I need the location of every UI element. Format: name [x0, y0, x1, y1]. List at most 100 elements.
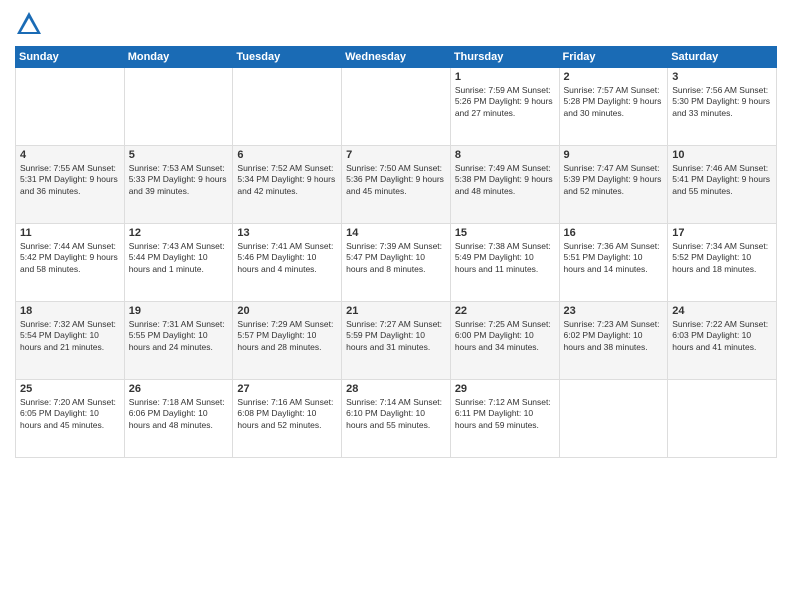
calendar-cell: 28 Sunrise: 7:14 AM Sunset: 6:10 PM Dayli… — [342, 380, 451, 458]
calendar-cell — [559, 380, 668, 458]
day-info: Sunrise: 7:39 AM Sunset: 5:47 PM Dayligh… — [346, 241, 446, 275]
day-number: 4 — [20, 149, 120, 161]
calendar-cell — [668, 380, 777, 458]
day-info: Sunrise: 7:18 AM Sunset: 6:06 PM Dayligh… — [129, 397, 229, 431]
day-info: Sunrise: 7:53 AM Sunset: 5:33 PM Dayligh… — [129, 163, 229, 197]
calendar-cell: 2 Sunrise: 7:57 AM Sunset: 5:28 PM Daylig… — [559, 68, 668, 146]
day-info: Sunrise: 7:34 AM Sunset: 5:52 PM Dayligh… — [672, 241, 772, 275]
day-info: Sunrise: 7:49 AM Sunset: 5:38 PM Dayligh… — [455, 163, 555, 197]
page: SundayMondayTuesdayWednesdayThursdayFrid… — [0, 0, 792, 612]
day-info: Sunrise: 7:29 AM Sunset: 5:57 PM Dayligh… — [237, 319, 337, 353]
calendar-header-row: SundayMondayTuesdayWednesdayThursdayFrid… — [16, 47, 777, 68]
day-number: 21 — [346, 305, 446, 317]
day-number: 14 — [346, 227, 446, 239]
day-number: 13 — [237, 227, 337, 239]
header — [15, 10, 777, 38]
calendar-cell: 17 Sunrise: 7:34 AM Sunset: 5:52 PM Dayli… — [668, 224, 777, 302]
day-info: Sunrise: 7:50 AM Sunset: 5:36 PM Dayligh… — [346, 163, 446, 197]
calendar-cell: 11 Sunrise: 7:44 AM Sunset: 5:42 PM Dayli… — [16, 224, 125, 302]
calendar-cell: 25 Sunrise: 7:20 AM Sunset: 6:05 PM Dayli… — [16, 380, 125, 458]
day-number: 2 — [564, 71, 664, 83]
calendar-day-header: Wednesday — [342, 47, 451, 68]
day-info: Sunrise: 7:23 AM Sunset: 6:02 PM Dayligh… — [564, 319, 664, 353]
calendar-cell: 29 Sunrise: 7:12 AM Sunset: 6:11 PM Dayli… — [450, 380, 559, 458]
calendar-cell: 26 Sunrise: 7:18 AM Sunset: 6:06 PM Dayli… — [124, 380, 233, 458]
day-info: Sunrise: 7:44 AM Sunset: 5:42 PM Dayligh… — [20, 241, 120, 275]
day-info: Sunrise: 7:20 AM Sunset: 6:05 PM Dayligh… — [20, 397, 120, 431]
day-number: 10 — [672, 149, 772, 161]
calendar-cell — [124, 68, 233, 146]
day-number: 5 — [129, 149, 229, 161]
day-number: 16 — [564, 227, 664, 239]
day-number: 8 — [455, 149, 555, 161]
day-info: Sunrise: 7:16 AM Sunset: 6:08 PM Dayligh… — [237, 397, 337, 431]
day-number: 9 — [564, 149, 664, 161]
day-info: Sunrise: 7:56 AM Sunset: 5:30 PM Dayligh… — [672, 85, 772, 119]
calendar-cell: 4 Sunrise: 7:55 AM Sunset: 5:31 PM Daylig… — [16, 146, 125, 224]
day-info: Sunrise: 7:36 AM Sunset: 5:51 PM Dayligh… — [564, 241, 664, 275]
calendar-cell: 6 Sunrise: 7:52 AM Sunset: 5:34 PM Daylig… — [233, 146, 342, 224]
calendar-day-header: Friday — [559, 47, 668, 68]
calendar-cell — [342, 68, 451, 146]
calendar-cell: 27 Sunrise: 7:16 AM Sunset: 6:08 PM Dayli… — [233, 380, 342, 458]
day-info: Sunrise: 7:52 AM Sunset: 5:34 PM Dayligh… — [237, 163, 337, 197]
day-info: Sunrise: 7:46 AM Sunset: 5:41 PM Dayligh… — [672, 163, 772, 197]
day-info: Sunrise: 7:38 AM Sunset: 5:49 PM Dayligh… — [455, 241, 555, 275]
day-number: 22 — [455, 305, 555, 317]
calendar-day-header: Sunday — [16, 47, 125, 68]
day-info: Sunrise: 7:41 AM Sunset: 5:46 PM Dayligh… — [237, 241, 337, 275]
day-info: Sunrise: 7:59 AM Sunset: 5:26 PM Dayligh… — [455, 85, 555, 119]
day-number: 1 — [455, 71, 555, 83]
day-info: Sunrise: 7:57 AM Sunset: 5:28 PM Dayligh… — [564, 85, 664, 119]
calendar-day-header: Monday — [124, 47, 233, 68]
calendar-cell: 14 Sunrise: 7:39 AM Sunset: 5:47 PM Dayli… — [342, 224, 451, 302]
calendar-cell: 15 Sunrise: 7:38 AM Sunset: 5:49 PM Dayli… — [450, 224, 559, 302]
logo-icon — [15, 10, 43, 38]
day-number: 3 — [672, 71, 772, 83]
calendar-cell — [16, 68, 125, 146]
calendar-cell: 23 Sunrise: 7:23 AM Sunset: 6:02 PM Dayli… — [559, 302, 668, 380]
calendar-day-header: Thursday — [450, 47, 559, 68]
day-number: 19 — [129, 305, 229, 317]
day-info: Sunrise: 7:22 AM Sunset: 6:03 PM Dayligh… — [672, 319, 772, 353]
day-number: 29 — [455, 383, 555, 395]
day-number: 24 — [672, 305, 772, 317]
day-number: 15 — [455, 227, 555, 239]
day-number: 6 — [237, 149, 337, 161]
day-number: 27 — [237, 383, 337, 395]
calendar-cell: 18 Sunrise: 7:32 AM Sunset: 5:54 PM Dayli… — [16, 302, 125, 380]
day-info: Sunrise: 7:47 AM Sunset: 5:39 PM Dayligh… — [564, 163, 664, 197]
day-number: 28 — [346, 383, 446, 395]
day-info: Sunrise: 7:32 AM Sunset: 5:54 PM Dayligh… — [20, 319, 120, 353]
day-info: Sunrise: 7:14 AM Sunset: 6:10 PM Dayligh… — [346, 397, 446, 431]
day-number: 11 — [20, 227, 120, 239]
calendar-week-row: 18 Sunrise: 7:32 AM Sunset: 5:54 PM Dayli… — [16, 302, 777, 380]
calendar-cell: 20 Sunrise: 7:29 AM Sunset: 5:57 PM Dayli… — [233, 302, 342, 380]
calendar-cell: 21 Sunrise: 7:27 AM Sunset: 5:59 PM Dayli… — [342, 302, 451, 380]
calendar-cell: 16 Sunrise: 7:36 AM Sunset: 5:51 PM Dayli… — [559, 224, 668, 302]
calendar-week-row: 4 Sunrise: 7:55 AM Sunset: 5:31 PM Daylig… — [16, 146, 777, 224]
calendar-table: SundayMondayTuesdayWednesdayThursdayFrid… — [15, 46, 777, 458]
day-number: 26 — [129, 383, 229, 395]
day-number: 25 — [20, 383, 120, 395]
calendar-cell: 5 Sunrise: 7:53 AM Sunset: 5:33 PM Daylig… — [124, 146, 233, 224]
calendar-cell: 24 Sunrise: 7:22 AM Sunset: 6:03 PM Dayli… — [668, 302, 777, 380]
day-info: Sunrise: 7:27 AM Sunset: 5:59 PM Dayligh… — [346, 319, 446, 353]
calendar-week-row: 1 Sunrise: 7:59 AM Sunset: 5:26 PM Daylig… — [16, 68, 777, 146]
calendar-cell: 9 Sunrise: 7:47 AM Sunset: 5:39 PM Daylig… — [559, 146, 668, 224]
day-info: Sunrise: 7:31 AM Sunset: 5:55 PM Dayligh… — [129, 319, 229, 353]
calendar-cell — [233, 68, 342, 146]
calendar-cell: 13 Sunrise: 7:41 AM Sunset: 5:46 PM Dayli… — [233, 224, 342, 302]
day-number: 23 — [564, 305, 664, 317]
calendar-cell: 19 Sunrise: 7:31 AM Sunset: 5:55 PM Dayli… — [124, 302, 233, 380]
day-number: 7 — [346, 149, 446, 161]
day-number: 17 — [672, 227, 772, 239]
day-number: 18 — [20, 305, 120, 317]
calendar-week-row: 25 Sunrise: 7:20 AM Sunset: 6:05 PM Dayli… — [16, 380, 777, 458]
calendar-week-row: 11 Sunrise: 7:44 AM Sunset: 5:42 PM Dayli… — [16, 224, 777, 302]
logo — [15, 10, 47, 38]
day-info: Sunrise: 7:12 AM Sunset: 6:11 PM Dayligh… — [455, 397, 555, 431]
day-info: Sunrise: 7:55 AM Sunset: 5:31 PM Dayligh… — [20, 163, 120, 197]
calendar-cell: 8 Sunrise: 7:49 AM Sunset: 5:38 PM Daylig… — [450, 146, 559, 224]
day-number: 20 — [237, 305, 337, 317]
